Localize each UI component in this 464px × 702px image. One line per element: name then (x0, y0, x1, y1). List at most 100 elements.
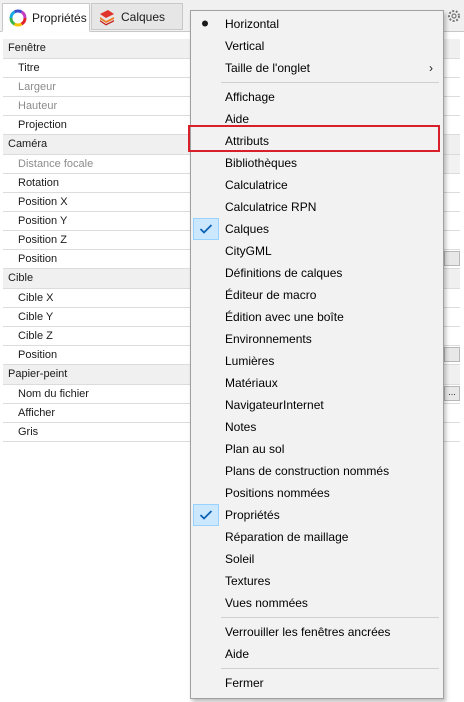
menu-item-label: Édition avec une boîte (225, 310, 344, 324)
property-label: Afficher (18, 407, 56, 419)
menu-separator (221, 668, 439, 669)
property-label: Position (18, 253, 58, 265)
section-title: Papier-peint (8, 368, 68, 380)
section-title: Cible (8, 272, 34, 284)
menu-item-verrouiller-les-fenetres-ancrees[interactable]: Verrouiller les fenêtres ancrées (193, 621, 441, 643)
menu-item-label: NavigateurInternet (225, 398, 324, 412)
menu-item-citygml[interactable]: CityGML (193, 240, 441, 262)
menu-item-taille-de-l-onglet[interactable]: Taille de l'onglet › (193, 57, 441, 79)
menu-item-bibliotheques[interactable]: Bibliothèques (193, 152, 441, 174)
check-column (193, 306, 219, 328)
menu-item-label: Éditeur de macro (225, 288, 317, 302)
property-label: Cible Y (18, 311, 54, 323)
menu-item-reparation-de-maillage[interactable]: Réparation de maillage (193, 526, 441, 548)
menu-item-textures[interactable]: Textures (193, 570, 441, 592)
checkmark-icon (193, 218, 219, 240)
check-column (193, 394, 219, 416)
menu-item-label: Propriétés (225, 508, 280, 522)
menu-item-label: Lumières (225, 354, 275, 368)
menu-item-label: Positions nommées (225, 486, 330, 500)
property-label: Position (18, 349, 58, 361)
property-label: Titre (18, 62, 40, 74)
check-column (193, 621, 219, 643)
check-column (193, 438, 219, 460)
menu-item-lumieres[interactable]: Lumières (193, 350, 441, 372)
property-label: Cible X (18, 292, 54, 304)
menu-item-calques[interactable]: Calques (193, 218, 441, 240)
menu-item-label: Calculatrice RPN (225, 200, 317, 214)
property-label: Hauteur (18, 100, 58, 112)
check-column (193, 592, 219, 614)
checkmark-icon (193, 504, 219, 526)
menu-item-notes[interactable]: Notes (193, 416, 441, 438)
property-label: Position X (18, 196, 68, 208)
menu-item-label: Taille de l'onglet (225, 61, 311, 75)
check-column (193, 284, 219, 306)
layers-icon (100, 9, 114, 25)
menu-item-fermer[interactable]: Fermer (193, 672, 441, 694)
menu-item-vues-nommees[interactable]: Vues nommées (193, 592, 441, 614)
menu-item-navigateurinternet[interactable]: NavigateurInternet (193, 394, 441, 416)
menu-item-label: Horizontal (225, 17, 280, 31)
tab-calques[interactable]: Calques (91, 3, 183, 30)
menu-item-definitions-de-calques[interactable]: Définitions de calques (193, 262, 441, 284)
place-button[interactable] (444, 251, 460, 266)
menu-item-affichage[interactable]: Affichage (193, 86, 441, 108)
section-title: Fenêtre (8, 42, 46, 54)
property-label: Projection (18, 119, 67, 131)
menu-item-label: Matériaux (225, 376, 278, 390)
menu-item-label: Calculatrice (225, 178, 288, 192)
menu-item-calculatrice-rpn[interactable]: Calculatrice RPN (193, 196, 441, 218)
check-column (193, 460, 219, 482)
check-column (193, 174, 219, 196)
menu-item-vertical[interactable]: Vertical (193, 35, 441, 57)
check-column (193, 196, 219, 218)
menu-item-label: Verrouiller les fenêtres ancrées (225, 625, 391, 639)
menu-item-plan-au-sol[interactable]: Plan au sol (193, 438, 441, 460)
menu-item-label: Calques (225, 222, 270, 236)
tab-proprietes[interactable]: Propriétés (2, 3, 90, 32)
radio-bullet-icon (193, 13, 219, 35)
menu-item-label: Plan au sol (225, 442, 285, 456)
menu-item-proprietes[interactable]: Propriétés (193, 504, 441, 526)
check-column (193, 240, 219, 262)
menu-item-materiaux[interactable]: Matériaux (193, 372, 441, 394)
menu-item-label: Définitions de calques (225, 266, 343, 280)
menu-item-label: Textures (225, 574, 271, 588)
place-button[interactable] (444, 347, 460, 362)
menu-item-editeur-de-macro[interactable]: Éditeur de macro (193, 284, 441, 306)
menu-item-horizontal[interactable]: Horizontal (193, 13, 441, 35)
property-label: Nom du fichier (18, 388, 89, 400)
check-column (193, 372, 219, 394)
menu-item-edition-avec-une-boite[interactable]: Édition avec une boîte (193, 306, 441, 328)
check-column (193, 262, 219, 284)
menu-separator (221, 617, 439, 618)
menu-item-calculatrice[interactable]: Calculatrice (193, 174, 441, 196)
check-column (193, 482, 219, 504)
highlight-box (188, 125, 440, 152)
menu-item-environnements[interactable]: Environnements (193, 328, 441, 350)
menu-item-label: Soleil (225, 552, 255, 566)
check-column (193, 57, 219, 79)
context-menu: Horizontal Vertical Taille de l'onglet › Aff… (190, 10, 444, 699)
check-column (193, 570, 219, 592)
menu-item-label: Aide (225, 112, 250, 126)
check-column (193, 152, 219, 174)
property-label: Gris (18, 426, 39, 438)
browse-file-button[interactable]: ... (444, 386, 460, 401)
menu-item-positions-nommees[interactable]: Positions nommées (193, 482, 441, 504)
gear-icon[interactable] (446, 8, 462, 24)
menu-item-plans-de-construction-nommes[interactable]: Plans de construction nommés (193, 460, 441, 482)
check-column (193, 548, 219, 570)
menu-item-label: Plans de construction nommés (225, 464, 390, 478)
check-column (193, 35, 219, 57)
tab-label: Propriétés (32, 10, 87, 25)
check-column (193, 328, 219, 350)
check-column (193, 416, 219, 438)
menu-item-aide[interactable]: Aide (193, 643, 441, 665)
property-label: Distance focale (18, 158, 94, 170)
property-label: Position Z (18, 234, 67, 246)
color-wheel-icon (9, 9, 27, 26)
menu-item-soleil[interactable]: Soleil (193, 548, 441, 570)
check-column (193, 86, 219, 108)
